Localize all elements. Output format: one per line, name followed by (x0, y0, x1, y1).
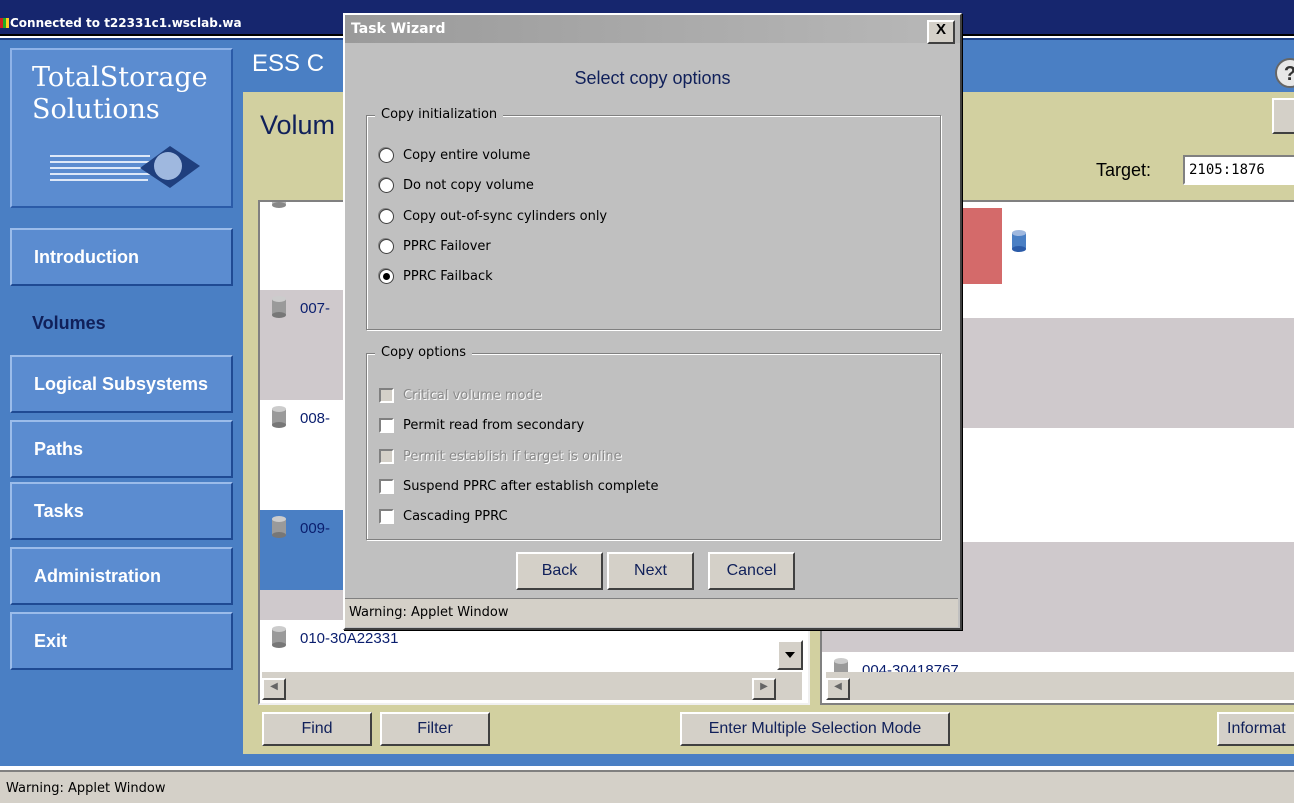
radio-button[interactable] (379, 238, 394, 254)
radio-copy-out-of-sync[interactable]: Copy out-of-sync cylinders only (379, 205, 607, 227)
volume-cylinder-icon (1012, 230, 1026, 252)
radio-button[interactable] (379, 147, 394, 163)
dialog-warning: Warning: Applet Window (349, 605, 509, 620)
checkbox (379, 448, 394, 464)
window-title: Connected to t22331c1.wsclab.wa (10, 16, 242, 30)
back-button[interactable]: Back (516, 552, 603, 590)
checkbox-cascading-pprc[interactable]: Cascading PPRC (379, 505, 508, 527)
page-title: Volum (260, 110, 336, 140)
dialog-heading: Select copy options (574, 68, 731, 88)
option-label: Do not copy volume (403, 177, 534, 193)
option-label: Critical volume mode (403, 387, 542, 403)
volume-cylinder-icon (272, 516, 286, 538)
next-button[interactable]: Next (607, 552, 694, 590)
volume-name: 008- (300, 410, 331, 427)
option-label: Suspend PPRC after establish complete (403, 478, 659, 494)
option-label: Cascading PPRC (403, 508, 508, 524)
toolbar-button[interactable] (1272, 98, 1294, 134)
sidebar-item-volumes[interactable]: Volumes (10, 294, 233, 352)
logo: TotalStorage Solutions (10, 48, 233, 208)
status-bar: Warning: Applet Window (0, 770, 1294, 803)
scroll-left-button[interactable]: ◀ (262, 678, 286, 700)
checkbox-suspend-pprc[interactable]: Suspend PPRC after establish complete (379, 475, 658, 497)
checkbox (379, 387, 394, 403)
volume-cylinder-icon (272, 406, 286, 428)
multiple-selection-button[interactable]: Enter Multiple Selection Mode (680, 712, 950, 746)
scroll-down-button[interactable] (777, 640, 803, 670)
radio-button[interactable] (379, 208, 394, 224)
checkbox[interactable] (379, 478, 394, 494)
task-wizard-dialog: Task Wizard X Select copy options Copy i… (343, 13, 962, 630)
sidebar-item-introduction[interactable]: Introduction (10, 228, 233, 286)
volume-cylinder-icon (272, 296, 286, 318)
radio-pprc-failback[interactable]: PPRC Failback (379, 265, 493, 287)
group-legend: Copy initialization (375, 107, 504, 122)
copy-options-group: Copy options Critical volume mode Permit… (366, 345, 941, 540)
radio-copy-entire-volume[interactable]: Copy entire volume (379, 144, 530, 166)
logo-graphic-icon (50, 146, 200, 188)
scroll-right-button[interactable]: ▶ (752, 678, 776, 700)
sidebar-item-paths[interactable]: Paths (10, 420, 233, 478)
radio-button[interactable] (379, 177, 394, 193)
option-label: PPRC Failback (403, 268, 493, 284)
radio-pprc-failover[interactable]: PPRC Failover (379, 235, 491, 257)
volume-cylinder-icon (272, 626, 286, 648)
close-icon[interactable]: X (927, 20, 955, 44)
horizontal-scrollbar-target[interactable]: ◀ (826, 672, 1294, 700)
horizontal-scrollbar[interactable]: ◀ ▶ (262, 672, 802, 700)
filter-button[interactable]: Filter (380, 712, 490, 746)
app-icon (0, 18, 9, 28)
option-label: Copy out-of-sync cylinders only (403, 208, 608, 224)
sidebar-item-tasks[interactable]: Tasks (10, 482, 233, 540)
target-label: Target: (1096, 160, 1152, 180)
app-title: ESS C (252, 50, 325, 77)
arrow-down-icon (785, 652, 795, 658)
checkbox[interactable] (379, 508, 394, 524)
checkbox-permit-read-secondary[interactable]: Permit read from secondary (379, 414, 584, 436)
sidebar-item-exit[interactable]: Exit (10, 612, 233, 670)
checkbox-critical-volume-mode: Critical volume mode (379, 384, 542, 406)
sidebar-item-logical-subsystems[interactable]: Logical Subsystems (10, 355, 233, 413)
volume-name: 009- (300, 520, 331, 537)
dialog-warning-bar: Warning: Applet Window (345, 598, 958, 627)
option-label: Permit establish if target is online (403, 448, 622, 464)
logo-line-2: Solutions (32, 94, 160, 125)
option-label: PPRC Failover (403, 238, 491, 254)
checkbox-permit-establish-online: Permit establish if target is online (379, 445, 622, 467)
target-field[interactable]: 2105:1876 (1183, 155, 1294, 185)
volume-cylinder-icon (272, 202, 286, 208)
option-label: Copy entire volume (403, 147, 531, 163)
cancel-button[interactable]: Cancel (708, 552, 795, 590)
copy-initialization-group: Copy initialization Copy entire volume D… (366, 107, 941, 330)
dialog-title: Task Wizard (351, 21, 446, 37)
dialog-titlebar[interactable]: Task Wizard X (345, 15, 960, 44)
scroll-left-button[interactable]: ◀ (826, 678, 850, 700)
checkbox[interactable] (379, 417, 394, 433)
radio-do-not-copy-volume[interactable]: Do not copy volume (379, 174, 534, 196)
option-label: Permit read from secondary (403, 417, 585, 433)
group-legend: Copy options (375, 345, 472, 360)
find-button[interactable]: Find (262, 712, 372, 746)
status-warning: Warning: Applet Window (6, 781, 166, 796)
logo-line-1: TotalStorage (32, 62, 208, 93)
radio-button-selected[interactable] (379, 268, 394, 284)
sidebar-item-administration[interactable]: Administration (10, 547, 233, 605)
volume-name: 007- (300, 300, 331, 317)
volume-name: 010-30A22331 (300, 630, 399, 647)
information-button[interactable]: Informat (1217, 712, 1294, 746)
